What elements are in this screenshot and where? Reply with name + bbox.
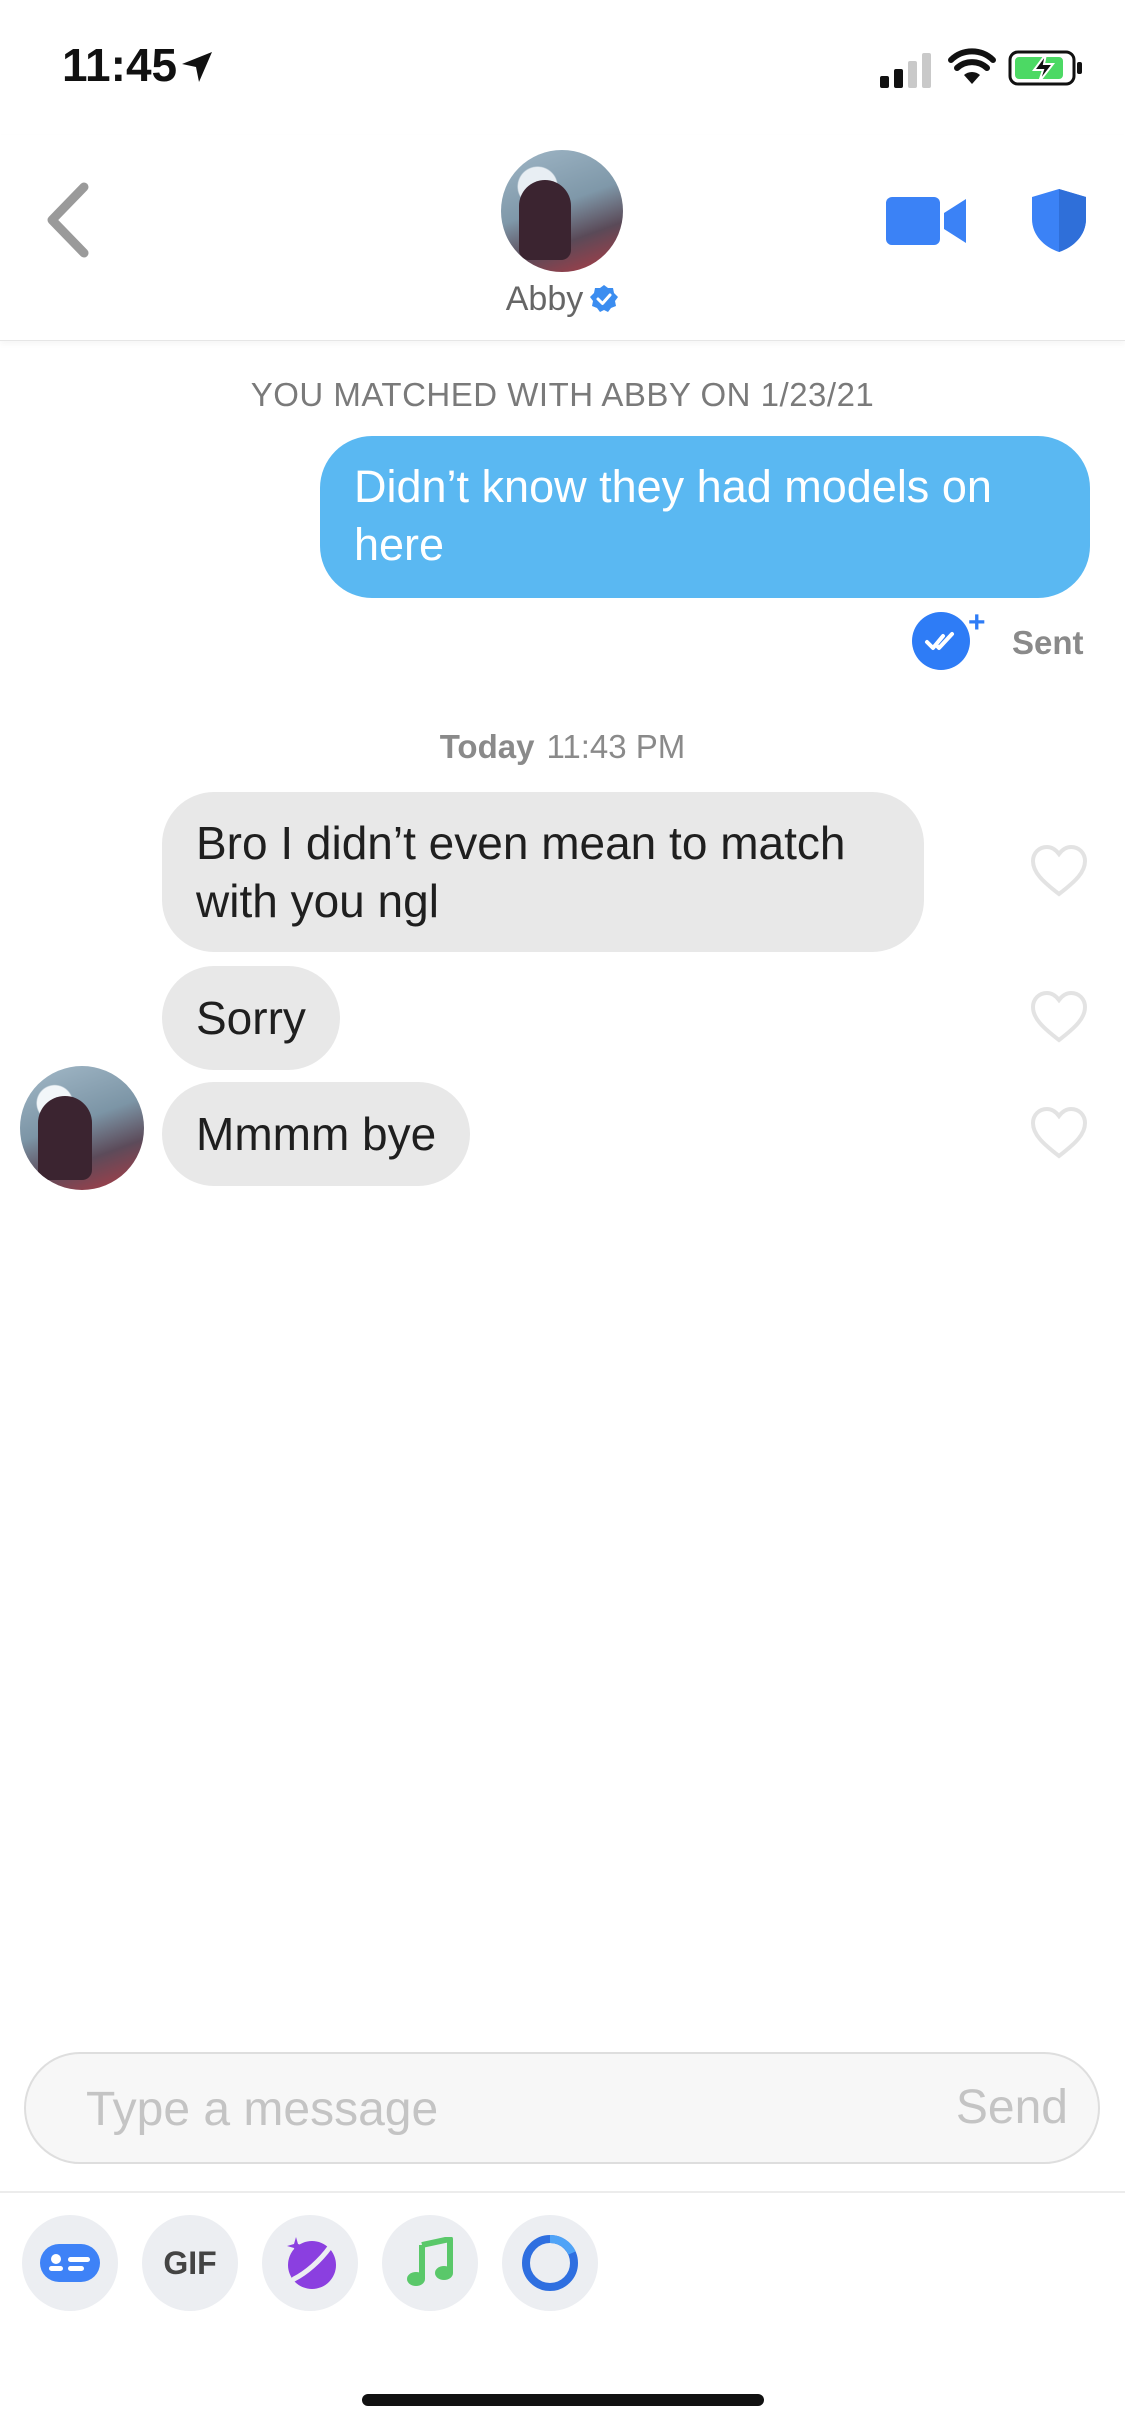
vibes-button[interactable] [262,2215,358,2311]
match-date-banner: YOU MATCHED WITH ABBY ON 1/23/21 [250,376,875,413]
back-chevron-icon[interactable] [38,175,98,265]
day-time: 11:43 PM [546,728,686,765]
gif-label: GIF [163,2244,217,2281]
status-time: 11:45 [62,39,178,91]
sent-message-bubble[interactable]: Didn’t know they had models on here [320,436,1090,598]
music-button[interactable] [382,2215,478,2311]
home-indicator [362,2394,764,2406]
message-composer: Send [24,2052,1100,2164]
chat-header: Abby [0,135,1125,341]
like-heart-icon[interactable] [1030,844,1088,898]
message-card-icon [40,2244,100,2282]
location-arrow-icon [182,52,212,82]
status-bar: 11:45 [0,0,1125,135]
received-message-bubble[interactable]: Sorry [162,966,340,1070]
read-receipt-badge-icon[interactable] [912,612,970,670]
like-heart-icon[interactable] [1030,1106,1088,1160]
gif-button[interactable]: GIF [142,2215,238,2311]
loops-button[interactable] [502,2215,598,2311]
video-call-icon[interactable] [886,193,966,249]
toolbar-divider [0,2191,1125,2193]
ring-icon [522,2234,578,2291]
received-message-bubble[interactable]: Bro I didn’t even mean to match with you… [162,792,924,952]
message-status: Sent [1012,624,1084,661]
match-avatar[interactable] [501,150,623,272]
like-heart-icon[interactable] [1030,990,1088,1044]
sparkle-planet-icon [287,2237,336,2289]
sticker-card-button[interactable] [22,2215,118,2311]
day-timestamp: Today 11:43 PM [0,728,1125,766]
music-note-icon [407,2237,453,2286]
sender-avatar[interactable] [20,1066,144,1190]
safety-shield-icon[interactable] [1030,187,1088,253]
match-name: Abby [505,280,584,318]
verified-badge-icon [590,285,619,312]
day-label: Today [439,728,535,765]
battery-charging-icon [1008,50,1082,86]
match-name-row[interactable]: Abby [0,280,1125,319]
wifi-icon [948,48,996,84]
cell-signal-icon [880,53,931,88]
message-input[interactable] [84,2076,888,2142]
send-button[interactable]: Send [956,2080,1068,2135]
read-receipt-plus-icon: + [968,606,986,639]
received-message-bubble[interactable]: Mmmm bye [162,1082,471,1186]
